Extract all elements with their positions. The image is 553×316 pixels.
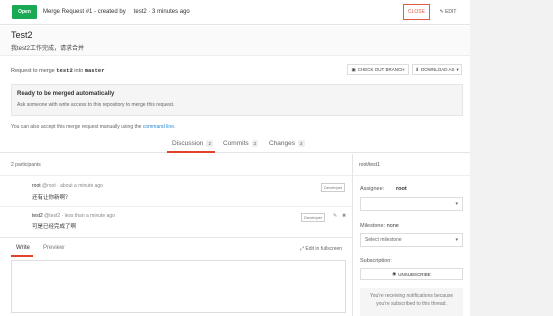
note-author[interactable]: test2 — [32, 213, 43, 219]
participants-count: 2 participants — [11, 162, 41, 168]
command-line-link[interactable]: command line — [143, 124, 174, 130]
merge-status-box — [11, 84, 463, 116]
checkout-label: CHECK OUT BRANCH — [357, 67, 405, 72]
merge-into: into — [74, 68, 84, 74]
assignee-label: Assignee: — [360, 186, 385, 192]
merge-branch-info: Request to merge test2 into master — [11, 67, 105, 74]
note-body: 可是已经完成了啊 — [32, 224, 77, 230]
role-badge: Developer — [301, 213, 326, 222]
merge-prefix: Request to merge — [11, 68, 55, 74]
expand-icon: ⤢ — [300, 246, 305, 252]
status-badge: Open — [12, 5, 37, 19]
divider — [0, 206, 352, 207]
manual-merge-hint: You can also accept this merge request m… — [11, 124, 176, 130]
close-button[interactable]: CLOSE — [403, 4, 430, 20]
note-header: root @root · about a minute ago — [32, 183, 103, 189]
note-delete-icon[interactable]: ✖ — [342, 213, 346, 219]
chevron-down-icon: ▾ — [455, 201, 458, 207]
active-tab-indicator — [11, 255, 33, 257]
mr-number-text: Merge Request #1 - created by — [43, 9, 126, 15]
active-tab-indicator — [167, 151, 215, 153]
note-meta: @root · about a minute ago — [42, 183, 103, 189]
note-edit-icon[interactable]: ✎ — [333, 213, 337, 219]
mr-description: 我test2工作完成，请求合并 — [11, 46, 85, 52]
code-icon: ▣ — [351, 66, 356, 72]
merge-status-message: Ask someone with write access to this re… — [17, 102, 175, 108]
eye-icon: ◉ — [392, 271, 397, 276]
milestone-select[interactable]: Select milestone ▾ — [360, 233, 463, 247]
note-author[interactable]: root — [32, 183, 41, 189]
edit-button[interactable]: ✎ EDIT — [436, 6, 460, 18]
download-label: DOWNLOAD AS — [421, 67, 455, 72]
check-out-branch-button[interactable]: ▣ CHECK OUT BRANCH — [347, 64, 409, 75]
tab-discussion[interactable]: Discussion 2 — [172, 140, 213, 147]
notification-info: You're receiving notifications because y… — [360, 288, 463, 316]
tab-write[interactable]: Write — [16, 245, 30, 251]
sidebar-divider — [352, 154, 353, 316]
note-header: test2 @test2 · less than a minute ago — [32, 213, 115, 219]
unsubscribe-button[interactable]: ◉ UNSUBSCRIBE — [360, 268, 463, 280]
download-as-button[interactable]: ⬇ DOWNLOAD AS ▾ — [412, 64, 462, 75]
edit-icon: ✎ — [439, 9, 444, 15]
tab-label: Commits — [223, 140, 249, 147]
outer-background — [470, 0, 553, 316]
milestone-value: none — [386, 223, 399, 229]
mr-author-time: test2 · 3 minutes ago — [133, 9, 190, 15]
divider — [0, 175, 352, 176]
merge-status-heading: Ready to be merged automatically — [17, 91, 115, 97]
tab-count: 2 — [206, 140, 213, 147]
unsubscribe-label: UNSUBSCRIBE — [398, 271, 431, 277]
note-body: 还有让你新啊？ — [32, 195, 71, 201]
tab-label: Changes — [269, 140, 296, 147]
tab-label: Discussion — [172, 140, 204, 147]
mr-title: Test2 — [11, 30, 33, 40]
tab-changes[interactable]: Changes 2 — [269, 140, 305, 147]
role-badge: Developer — [321, 183, 346, 192]
sidebar-project: root/test1 — [359, 162, 380, 168]
download-icon: ⬇ — [415, 66, 419, 72]
mr-header-title: Merge Request #1 - created by test2 · 3 m… — [43, 9, 190, 15]
manual-text: You can also accept this merge request m… — [11, 124, 142, 130]
source-branch: test2 — [56, 67, 73, 74]
subscription-label: Subscription: — [360, 258, 392, 264]
tab-commits[interactable]: Commits 2 — [223, 140, 259, 147]
note-meta: @test2 · less than a minute ago — [44, 213, 115, 219]
comment-textarea[interactable] — [11, 260, 346, 313]
tab-count: 2 — [251, 140, 259, 147]
tab-preview[interactable]: Preview — [43, 245, 64, 251]
chevron-down-icon: ▾ — [455, 237, 458, 243]
tab-count: 2 — [298, 140, 305, 147]
target-branch: master — [84, 67, 105, 74]
divider — [353, 175, 470, 176]
milestone-label: Milestone: none — [360, 223, 399, 229]
milestone-select-text: Select milestone — [365, 237, 402, 243]
assignee-value: root — [396, 186, 407, 192]
chevron-down-icon: ▾ — [456, 66, 459, 72]
edit-label: EDIT — [445, 9, 457, 15]
fullscreen-link[interactable]: ⤢ Edit in fullscreen — [300, 246, 342, 252]
assignee-select[interactable]: ▾ — [360, 197, 463, 211]
fullscreen-label: Edit in fullscreen — [305, 246, 343, 252]
